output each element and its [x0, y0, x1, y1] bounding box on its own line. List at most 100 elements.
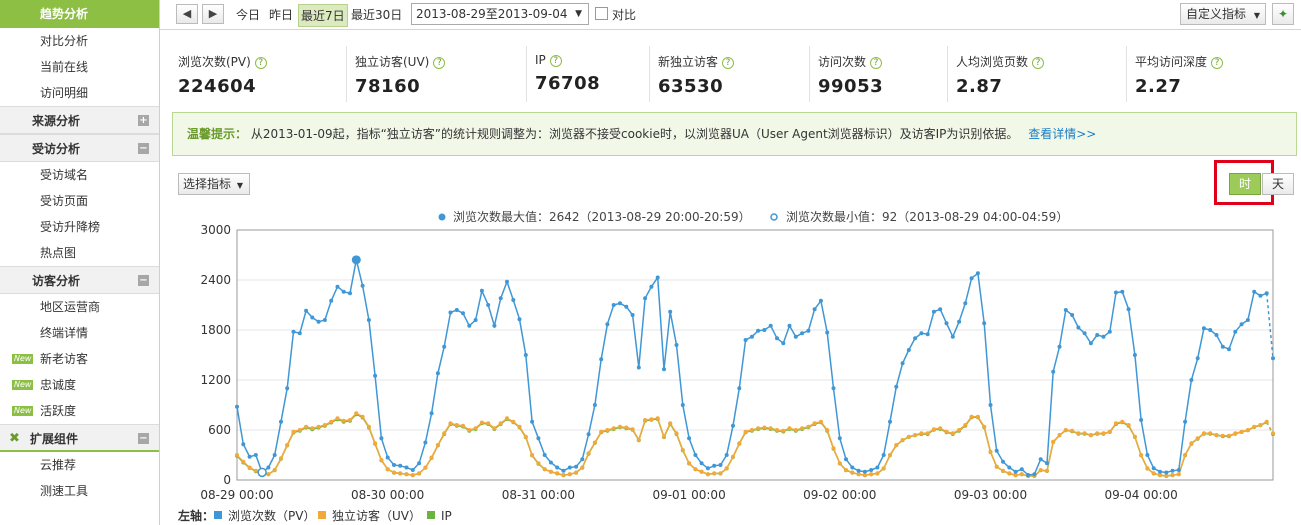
y-tick-label: 3000	[200, 223, 231, 237]
help-icon[interactable]: ?	[722, 57, 735, 69]
help-icon[interactable]: ?	[1211, 57, 1224, 69]
sidebar-item[interactable]: 受访升降榜	[0, 214, 159, 240]
sidebar-item[interactable]: 对比分析	[0, 28, 159, 54]
data-point	[1107, 329, 1112, 334]
select-metric-button[interactable]: 选择指标 ▼	[178, 173, 250, 195]
data-point	[1082, 331, 1087, 336]
hour-granularity-button[interactable]: 时	[1229, 173, 1261, 195]
compare-checkbox[interactable]	[595, 7, 608, 20]
data-point	[957, 319, 962, 324]
help-icon[interactable]: ?	[254, 57, 267, 69]
last30-link[interactable]: 最近30日	[351, 6, 402, 23]
data-point	[373, 441, 378, 446]
data-point	[235, 453, 239, 457]
data-point	[523, 353, 528, 357]
last7-link[interactable]: 最近7日	[298, 4, 348, 27]
data-point	[385, 467, 390, 472]
data-point	[291, 329, 296, 334]
min-note-icon	[770, 213, 778, 221]
data-point	[586, 432, 591, 437]
data-point	[756, 328, 761, 333]
sidebar-item[interactable]: 受访域名	[0, 162, 159, 188]
data-point	[793, 334, 798, 339]
sidebar-item[interactable]: 测速工具	[0, 478, 159, 504]
data-point	[473, 318, 478, 322]
data-point	[975, 271, 980, 276]
data-point	[1120, 419, 1125, 424]
data-point	[448, 310, 453, 315]
data-point	[662, 367, 666, 372]
today-link[interactable]: 今日	[236, 6, 260, 23]
yesterday-link[interactable]: 昨日	[269, 6, 293, 23]
sidebar-group-label: 扩展组件	[30, 432, 79, 446]
help-icon[interactable]: ?	[870, 57, 883, 69]
data-point	[768, 323, 773, 328]
sidebar-group[interactable]: 受访分析 −	[0, 134, 159, 162]
sidebar-item[interactable]: 当前在线	[0, 54, 159, 80]
sidebar-item[interactable]: 受访页面	[0, 188, 159, 214]
sidebar-item[interactable]: New 忠诚度	[0, 372, 159, 398]
next-button[interactable]: ▶	[202, 4, 224, 24]
custom-metric-button[interactable]: 自定义指标 ▼	[1180, 3, 1266, 25]
data-point	[1038, 457, 1043, 462]
data-point	[1208, 431, 1213, 436]
data-point	[982, 424, 987, 429]
data-point	[737, 441, 742, 446]
sidebar-group[interactable]: 来源分析 +	[0, 106, 159, 134]
data-point	[850, 470, 855, 475]
data-point	[668, 309, 673, 314]
sidebar-item[interactable]: 趋势分析	[0, 0, 159, 28]
data-point	[1245, 428, 1250, 432]
data-point	[636, 365, 641, 370]
data-point	[429, 455, 434, 460]
collapse-icon[interactable]: −	[138, 433, 149, 444]
sidebar-item[interactable]: New 活跃度	[0, 398, 159, 424]
data-point	[731, 423, 735, 428]
data-point	[1095, 333, 1100, 337]
legend-swatch	[214, 511, 222, 519]
data-point	[925, 332, 930, 337]
data-point	[279, 419, 283, 424]
date-range-select[interactable]: 2013-08-29至2013-09-04 ▼	[411, 3, 589, 25]
data-point	[297, 331, 302, 336]
y-tick-label: 2400	[200, 273, 231, 287]
data-point	[542, 467, 547, 472]
sidebar-group[interactable]: ✖ 扩展组件 −	[0, 424, 159, 452]
data-point	[756, 426, 761, 431]
data-point	[379, 458, 384, 462]
collapse-icon[interactable]: −	[138, 275, 149, 286]
sidebar-item[interactable]: 云推荐	[0, 452, 159, 478]
data-point	[1183, 419, 1188, 424]
data-point	[341, 289, 346, 294]
data-point	[1220, 433, 1225, 438]
data-point	[831, 446, 836, 451]
data-point	[454, 423, 459, 427]
sidebar-item[interactable]: 访问明细	[0, 80, 159, 106]
sidebar-item[interactable]: 地区运营商	[0, 294, 159, 320]
sidebar-item[interactable]: New 新老访客	[0, 346, 159, 372]
data-point	[674, 343, 679, 347]
data-point	[241, 442, 246, 447]
data-point	[988, 449, 993, 454]
metric-card: 访问次数? 99053	[810, 46, 948, 102]
collapse-icon[interactable]: −	[138, 143, 149, 154]
data-point	[680, 448, 685, 452]
sidebar-item[interactable]: 终端详情	[0, 320, 159, 346]
sidebar-item-label: 地区运营商	[40, 300, 101, 314]
sidebar-group[interactable]: 访客分析 −	[0, 266, 159, 294]
metric-card: 独立访客(UV)? 78160	[347, 46, 527, 102]
help-icon[interactable]: ?	[433, 57, 446, 69]
prev-button[interactable]: ◀	[176, 4, 198, 24]
data-point	[762, 425, 767, 430]
notice-detail-link[interactable]: 查看详情>>	[1028, 127, 1096, 141]
data-point	[649, 284, 654, 289]
sidebar-item[interactable]: 热点图	[0, 240, 159, 266]
data-point	[737, 386, 742, 391]
pin-icon[interactable]: ✦	[1272, 3, 1294, 25]
day-granularity-button[interactable]: 天	[1262, 173, 1294, 195]
expand-icon[interactable]: +	[138, 115, 149, 126]
help-icon[interactable]: ?	[1032, 57, 1045, 69]
data-point	[467, 428, 472, 432]
metric-label: 平均访问深度	[1135, 55, 1208, 69]
help-icon[interactable]: ?	[549, 55, 562, 67]
